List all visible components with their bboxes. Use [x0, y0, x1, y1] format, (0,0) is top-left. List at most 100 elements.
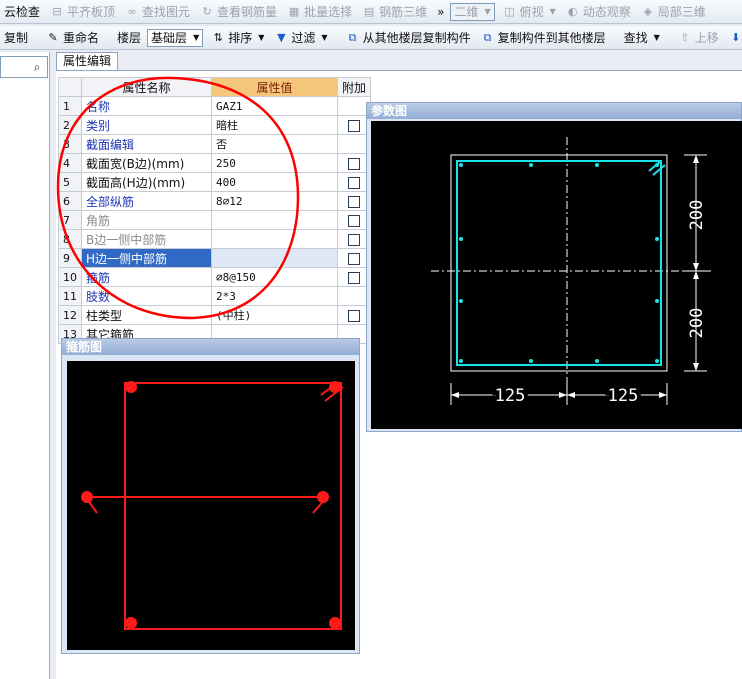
side-rebar-dot: [529, 163, 533, 167]
property-value-cell[interactable]: [211, 210, 338, 230]
floor-label: 楼层: [117, 31, 142, 45]
search-icon[interactable]: ⌕: [29, 59, 45, 75]
tree-search-input[interactable]: ⌕: [0, 56, 48, 78]
view-mode-select[interactable]: 二维 ▼: [450, 2, 495, 21]
table-row[interactable]: 6 全部纵筋 8⌀12: [58, 191, 372, 211]
floor-select[interactable]: 基础层 ▼: [147, 28, 204, 47]
sort-button[interactable]: ⇅ 排序 ▼: [207, 27, 268, 49]
add-checkbox[interactable]: [348, 214, 360, 227]
row-number: 1: [58, 96, 82, 116]
copy-to-floor-button[interactable]: ⧉ 复制构件到其他楼层: [477, 27, 610, 49]
corner-rebar-dot: [655, 359, 659, 363]
property-value-cell[interactable]: 否: [211, 134, 338, 154]
header-add[interactable]: 附加: [336, 77, 372, 97]
dim-arrow: [451, 392, 459, 398]
local-3d-icon: ◈: [643, 4, 653, 18]
toolbar-btn-orbit[interactable]: ◐ 动态观察: [562, 1, 635, 23]
chevron-down-icon: ▼: [484, 7, 491, 16]
row-number: 7: [58, 210, 82, 230]
row-number: 11: [58, 286, 82, 306]
table-row[interactable]: 1 名称 GAZ1: [58, 96, 372, 116]
filter-button[interactable]: ▼ 过滤 ▼: [270, 27, 331, 49]
dim-arrow: [659, 392, 667, 398]
stirrup-drawing-canvas: [67, 361, 355, 650]
property-value-cell[interactable]: 8⌀12: [211, 191, 338, 211]
table-row[interactable]: 3 截面编辑否: [58, 134, 372, 154]
add-checkbox[interactable]: [348, 157, 360, 170]
table-row[interactable]: 2 类别 暗柱: [58, 115, 372, 135]
view-mode-value: 二维: [454, 5, 479, 19]
top-view-icon: ◫: [504, 4, 515, 18]
property-name: 截面高(H边)(mm): [81, 172, 212, 192]
header-property-value[interactable]: 属性值: [211, 77, 338, 97]
add-checkbox[interactable]: [348, 252, 360, 265]
side-rebar-dot: [459, 237, 463, 241]
table-row[interactable]: 12 柱类型 (中柱): [58, 305, 372, 325]
table-row[interactable]: 10 箍筋 ⌀8@150: [58, 267, 372, 287]
move-down-button[interactable]: ⬇ 下移: [725, 27, 742, 49]
find-button[interactable]: 查找 ▼: [620, 27, 664, 49]
toolbar-btn-cloud-check[interactable]: 云检查: [0, 1, 44, 23]
param-drawing-window[interactable]: 参数图 200 200 125 125: [366, 102, 742, 432]
dim-arrow: [693, 263, 699, 271]
property-value-cell[interactable]: GAZ1: [211, 96, 338, 116]
row-number: 6: [58, 191, 82, 211]
row-number: 4: [58, 153, 82, 173]
side-rebar-dot: [595, 163, 599, 167]
property-value-cell[interactable]: [211, 229, 338, 249]
toolbar-btn-align-top[interactable]: ⊟ 平齐板顶: [46, 1, 119, 23]
table-row[interactable]: 7 角筋: [58, 210, 372, 230]
table-row[interactable]: 5 截面高(H边)(mm) 400: [58, 172, 372, 192]
toolbar-btn-batch-select[interactable]: ▦ 批量选择: [283, 1, 356, 23]
table-row[interactable]: 9 H边一侧中部筋: [58, 248, 372, 268]
add-checkbox[interactable]: [348, 195, 360, 208]
header-property-name[interactable]: 属性名称: [81, 77, 212, 97]
toolbar-btn-local-3d[interactable]: ◈ 局部三维: [637, 1, 710, 23]
property-value-cell[interactable]: [211, 248, 338, 268]
copy-from-floor-button[interactable]: ⧉ 从其他楼层复制构件: [342, 27, 475, 49]
add-checkbox[interactable]: [348, 176, 360, 189]
toolbar-btn-find-element[interactable]: ∞ 查找图元: [121, 1, 194, 23]
property-grid: 属性名称 属性值 附加 1 名称 GAZ1 2 类别 暗柱 3 截面编辑否 4 截面宽(B边)(m…: [58, 77, 372, 344]
stirrup-drawing-window[interactable]: 箍筋图: [61, 338, 360, 654]
property-value-cell[interactable]: ⌀8@150: [211, 267, 338, 287]
property-value-cell[interactable]: (中柱): [211, 305, 338, 325]
move-up-button[interactable]: ⇧ 上移: [674, 27, 723, 49]
chevron-down-icon: ▼: [258, 33, 265, 42]
dim-arrow: [559, 392, 567, 398]
property-name: 类别: [81, 115, 212, 135]
component-toolbar: 复制 ✎ 重命名 楼层 基础层 ▼ ⇅ 排序 ▼ ▼ 过滤 ▼ ⧉ 从其他楼层复…: [0, 26, 742, 50]
header-row-number: [58, 77, 82, 97]
property-value-cell[interactable]: 2*3: [211, 286, 338, 306]
table-row[interactable]: 11 肢数 2*3: [58, 286, 372, 306]
property-value-cell[interactable]: 暗柱: [211, 115, 338, 135]
property-value-cell[interactable]: 400: [211, 172, 338, 192]
dim-arrow: [693, 271, 699, 279]
toolbar-overflow-button[interactable]: »: [433, 1, 448, 23]
add-checkbox[interactable]: [348, 309, 360, 322]
row-number: 10: [58, 267, 82, 287]
property-name: 名称: [81, 96, 212, 116]
toolbar-btn-top-view[interactable]: ◫ 俯视 ▼: [499, 1, 560, 23]
stirrup-rectangle: [124, 382, 342, 630]
add-checkbox[interactable]: [348, 271, 360, 284]
param-window-title[interactable]: 参数图: [367, 103, 741, 119]
toolbar-label: 俯视: [519, 5, 544, 19]
corner-rebar-dot: [459, 359, 463, 363]
property-value-cell[interactable]: 250: [211, 153, 338, 173]
rename-button[interactable]: ✎ 重命名: [42, 27, 103, 49]
add-checkbox[interactable]: [348, 119, 360, 132]
property-name: 截面宽(B边)(mm): [81, 153, 212, 173]
stirrup-window-title[interactable]: 箍筋图: [62, 339, 359, 355]
add-checkbox[interactable]: [348, 233, 360, 246]
sort-az-icon: ⇅: [213, 30, 223, 44]
copy-button[interactable]: 复制: [0, 27, 32, 49]
toolbar-btn-view-rebar[interactable]: ↻ 查看钢筋量: [196, 1, 281, 23]
arrow-down-icon: ⬇: [731, 30, 741, 44]
rebar-3d-icon: ▤: [363, 4, 375, 18]
toolbar-btn-rebar-3d[interactable]: ▤ 钢筋三维: [358, 1, 431, 23]
table-row[interactable]: 4 截面宽(B边)(mm) 250: [58, 153, 372, 173]
tab-property-edit[interactable]: 属性编辑: [56, 52, 118, 70]
dim-label-height-top: 200: [687, 200, 707, 231]
table-row[interactable]: 8 B边一侧中部筋: [58, 229, 372, 249]
